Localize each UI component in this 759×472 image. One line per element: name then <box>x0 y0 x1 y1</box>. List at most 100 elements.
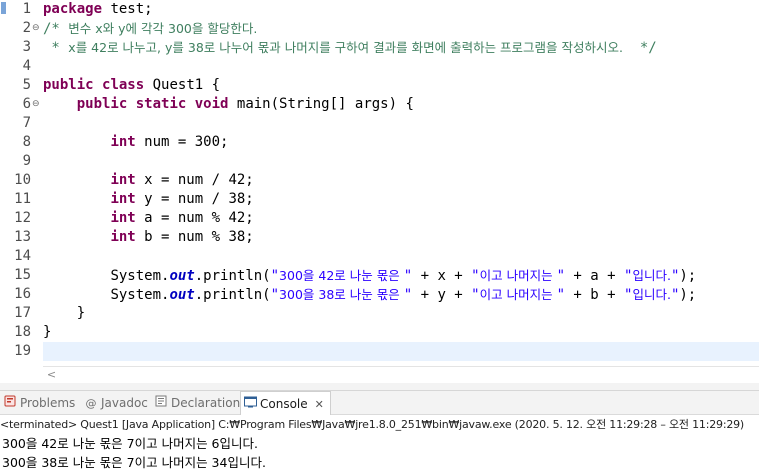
keyword: int <box>110 134 136 150</box>
string-literal: " <box>471 268 480 284</box>
string-literal: " <box>403 287 413 303</box>
keyword: int <box>110 172 136 188</box>
code-text: num = 300; <box>135 134 229 150</box>
line-number: 6 <box>22 96 31 112</box>
code-text: ); <box>679 268 697 284</box>
code-text: main(String[] args) { <box>228 96 414 112</box>
string-literal: 300을 42로 나눈 몫은 <box>279 268 404 283</box>
line-number: 14 <box>14 248 31 264</box>
tab-label: Console <box>260 397 308 411</box>
line-number: 10 <box>14 172 31 188</box>
comment: 변수 x와 y에 각각 300을 할당한다. <box>68 21 258 36</box>
string-literal: 이고 나머지는 <box>479 287 557 302</box>
keyword: public <box>43 77 94 93</box>
code-line-8: int num = 300; <box>43 133 759 152</box>
line-number: 13 <box>14 229 31 245</box>
code-line-10: int x = num / 42; <box>43 171 759 190</box>
tab-console[interactable]: Console ✕ <box>240 391 331 416</box>
static-field: out <box>169 287 195 303</box>
code-line-2: /* 변수 x와 y에 각각 300을 할당한다. <box>43 19 759 38</box>
line-number: 17 <box>14 305 31 321</box>
code-text: test; <box>102 1 153 17</box>
string-literal: 이고 나머지는 <box>479 268 557 283</box>
code-line-17: } <box>43 305 86 321</box>
line-number-gutter: 1 2 3 4 5 6 7 8 9 10 11 12 13 14 15 16 1… <box>9 0 43 366</box>
line-number: 8 <box>22 134 31 150</box>
code-text: .println( <box>194 287 271 303</box>
console-view[interactable]: <terminated> Quest1 [Java Application] C… <box>0 415 759 472</box>
panel-separator <box>0 383 759 391</box>
code-text: .println( <box>194 268 271 284</box>
tab-label: Javadoc <box>101 396 148 410</box>
javadoc-icon: @ <box>85 397 97 410</box>
code-text: + a + <box>565 268 625 284</box>
code-line-5: public class Quest1 { <box>43 76 759 95</box>
console-output-line: 300을 38로 나눈 몫은 7이고 나머지는 34입니다. <box>2 454 266 472</box>
code-text: System. <box>110 287 170 303</box>
code-line-3: * x를 42로 나누고, y를 38로 나누어 몫과 나머지를 구하여 결과를… <box>43 38 759 57</box>
line-number: 12 <box>14 210 31 226</box>
comment: /* <box>43 21 69 37</box>
string-literal: 300을 38로 나눈 몫은 <box>279 287 404 302</box>
code-text: Quest1 { <box>144 77 221 93</box>
scroll-left-icon[interactable]: < <box>43 367 60 383</box>
code-text: b = num % 38; <box>135 229 254 245</box>
code-area[interactable]: package test; /* 변수 x와 y에 각각 300을 할당한다. … <box>43 0 759 366</box>
line-number: 4 <box>22 58 31 74</box>
fold-collapse-icon[interactable]: ⊖ <box>32 19 41 38</box>
console-text: 300을 42로 나눈 몫은 7이고 나머지는 6입니다. <box>2 436 258 451</box>
code-text: System. <box>110 268 170 284</box>
console-icon <box>243 393 257 417</box>
keyword: int <box>110 210 136 226</box>
declaration-icon <box>154 392 168 416</box>
keyword: int <box>110 191 136 207</box>
keyword: static <box>135 96 187 112</box>
string-literal: 입니다. <box>632 268 671 283</box>
line-number: 16 <box>14 286 31 302</box>
line-number: 9 <box>22 153 31 169</box>
line-number: 15 <box>14 267 31 283</box>
comment: x를 42로 나누고, y를 38로 나누어 몫과 나머지를 구하여 결과를 화… <box>68 40 624 55</box>
string-literal: " <box>270 268 280 284</box>
line-number: 11 <box>14 191 31 207</box>
code-line-15: System.out.println("300을 42로 나눈 몫은 " + x… <box>43 266 759 285</box>
string-literal: " <box>471 287 480 303</box>
overview-ruler-left <box>0 0 9 366</box>
code-text: + b + <box>565 287 625 303</box>
string-literal: " <box>270 287 280 303</box>
string-literal: " <box>556 268 565 284</box>
code-line-16: System.out.println("300을 38로 나눈 몫은 " + y… <box>43 285 759 304</box>
line-number: 7 <box>22 115 31 131</box>
code-text: + x + <box>412 268 472 284</box>
fold-collapse-icon[interactable]: ⊖ <box>32 95 41 114</box>
code-line-6: public static void main(String[] args) { <box>43 95 759 114</box>
keyword: int <box>110 229 136 245</box>
code-line-18: } <box>43 324 52 340</box>
keyword: package <box>43 1 103 17</box>
current-line-highlight[interactable] <box>43 342 759 361</box>
line-number: 19 <box>14 343 31 359</box>
tab-label: Declaration <box>171 396 241 410</box>
view-tab-bar: Problems @ Javadoc Declaration Console ✕ <box>0 391 759 416</box>
code-text: y = num / 38; <box>135 191 254 207</box>
tab-javadoc[interactable]: @ Javadoc <box>84 391 148 415</box>
code-text: a = num % 42; <box>135 210 254 226</box>
problems-icon <box>3 392 17 416</box>
line-number: 2 <box>22 20 31 36</box>
code-text: + y + <box>412 287 472 303</box>
code-text: ); <box>679 287 697 303</box>
code-editor[interactable]: 1 2 3 4 5 6 7 8 9 10 11 12 13 14 15 16 1… <box>0 0 759 366</box>
string-literal: " <box>403 268 413 284</box>
line-number: 5 <box>22 77 31 93</box>
tab-declaration[interactable]: Declaration <box>154 391 240 415</box>
comment: * <box>43 40 69 56</box>
tab-problems[interactable]: Problems <box>3 391 75 415</box>
code-line-11: int y = num / 38; <box>43 190 759 209</box>
tab-label: Problems <box>20 396 76 410</box>
horizontal-scrollbar[interactable]: < <box>43 366 759 383</box>
line-number: 3 <box>22 39 31 55</box>
console-output-line: 300을 42로 나눈 몫은 7이고 나머지는 6입니다. <box>2 435 258 453</box>
code-line-12: int a = num % 42; <box>43 209 759 228</box>
keyword: class <box>102 77 145 93</box>
close-icon[interactable]: ✕ <box>315 393 324 417</box>
